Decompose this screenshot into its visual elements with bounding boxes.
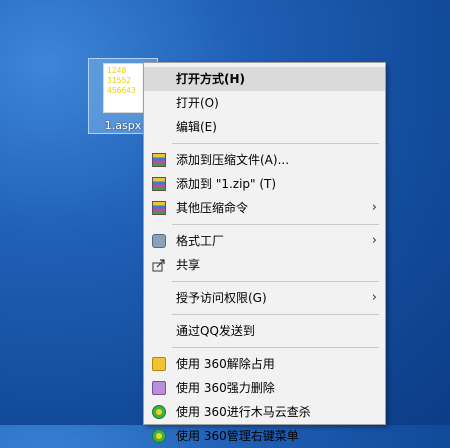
menu-item-label: 共享 (176, 258, 201, 272)
share-icon (152, 259, 165, 272)
menu-item-open[interactable]: 打开(O) (144, 91, 385, 115)
menu-item-360-scan[interactable]: 使用 360进行木马云查杀 (144, 400, 385, 424)
menu-separator (172, 143, 379, 144)
menu-item-360-unlock[interactable]: 使用 360解除占用 (144, 352, 385, 376)
menu-item-360-shred[interactable]: 使用 360强力删除 (144, 376, 385, 400)
desktop: 1248 31552 456643 1.aspx 打开方式(H) 打开(O) 编… (0, 0, 450, 443)
preview-line: 31552 (107, 76, 132, 85)
winrar-icon (152, 153, 166, 167)
menu-item-share[interactable]: 共享 (144, 253, 385, 277)
menu-item-label: 添加到压缩文件(A)... (176, 153, 290, 167)
menu-item-label: 其他压缩命令 (176, 201, 249, 215)
menu-item-label: 打开方式(H) (176, 72, 246, 86)
menu-separator (172, 314, 379, 315)
menu-separator (172, 347, 379, 348)
menu-item-grant-access[interactable]: 授予访问权限(G) › (144, 286, 385, 310)
menu-item-label: 使用 360管理右键菜单 (176, 429, 299, 443)
chevron-right-icon: › (371, 290, 377, 305)
menu-item-add-to-zip[interactable]: 添加到 "1.zip" (T) (144, 172, 385, 196)
menu-item-label: 编辑(E) (176, 120, 217, 134)
menu-item-label: 授予访问权限(G) (176, 291, 267, 305)
menu-item-360-manage[interactable]: 使用 360管理右键菜单 (144, 424, 385, 448)
menu-item-label: 使用 360进行木马云查杀 (176, 405, 311, 419)
winrar-icon (152, 177, 166, 191)
menu-item-label: 打开(O) (176, 96, 219, 110)
preview-line: 1248 (107, 66, 127, 75)
format-factory-icon (152, 234, 166, 248)
context-menu: 打开方式(H) 打开(O) 编辑(E) 添加到压缩文件(A)... 添加到 "1… (143, 62, 386, 443)
menu-item-format-factory[interactable]: 格式工厂 › (144, 229, 385, 253)
menu-item-add-to-archive[interactable]: 添加到压缩文件(A)... (144, 148, 385, 172)
winrar-icon (152, 201, 166, 215)
chevron-right-icon: › (371, 233, 377, 248)
chevron-right-icon: › (371, 200, 377, 215)
menu-item-send-via-qq[interactable]: 通过QQ发送到 (144, 319, 385, 343)
menu-item-open-with[interactable]: 打开方式(H) (144, 67, 385, 91)
menu-item-label: 格式工厂 (176, 234, 225, 248)
menu-item-label: 使用 360解除占用 (176, 357, 275, 371)
menu-item-edit[interactable]: 编辑(E) (144, 115, 385, 139)
menu-separator (172, 224, 379, 225)
360-scan-icon (152, 405, 166, 419)
document-thumbnail-icon: 1248 31552 456643 (103, 63, 147, 113)
menu-separator (172, 281, 379, 282)
360-manage-icon (152, 429, 166, 443)
menu-item-label: 使用 360强力删除 (176, 381, 275, 395)
preview-line: 456643 (107, 86, 136, 95)
360-shred-icon (152, 381, 166, 395)
360-unlock-icon (152, 357, 166, 371)
menu-item-label: 通过QQ发送到 (176, 324, 255, 338)
menu-item-label: 添加到 "1.zip" (T) (176, 177, 277, 191)
menu-item-other-compress[interactable]: 其他压缩命令 › (144, 196, 385, 220)
